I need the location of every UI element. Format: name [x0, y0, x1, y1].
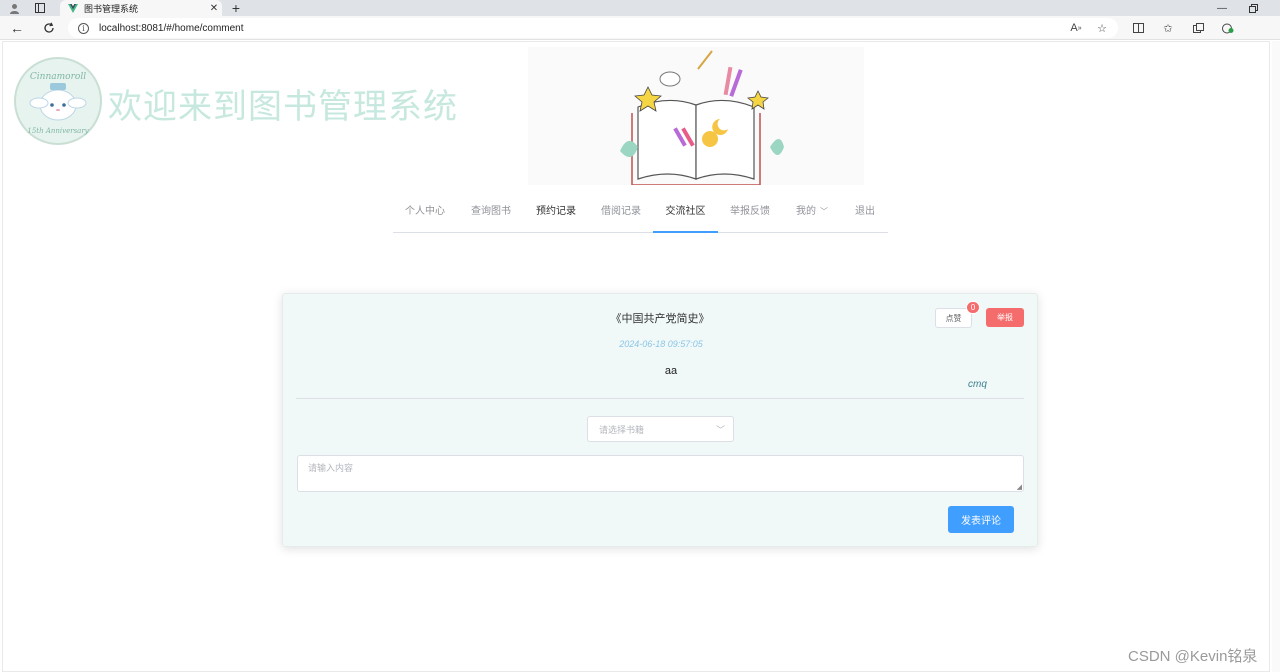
banner-image: [528, 47, 864, 186]
extension-icon[interactable]: [1220, 20, 1236, 36]
open-book-illustration-icon: [620, 50, 784, 186]
restore-icon[interactable]: [1238, 0, 1268, 16]
menu-item-search-books[interactable]: 查询图书: [465, 198, 517, 233]
submit-comment-button[interactable]: 发表评论: [948, 506, 1014, 533]
comment-textarea[interactable]: 请输入内容 ◢: [297, 455, 1024, 492]
vue-logo-icon: [68, 3, 78, 13]
menu-item-mine-label: 我的: [796, 206, 816, 217]
site-title: 欢迎来到图书管理系统: [108, 87, 458, 127]
cinnamoroll-logo-icon: Cinnamoroll 15th Anniversary: [27, 72, 89, 135]
menu-item-profile[interactable]: 个人中心: [399, 198, 451, 233]
watermark: CSDN @Kevin铭泉: [1128, 648, 1258, 665]
book-select[interactable]: 请选择书籍 ﹀: [587, 416, 734, 442]
browser-tabstrip: 图书管理系统 ✕ + —: [0, 0, 1280, 16]
main-menu: 个人中心 查询图书 预约记录 借阅记录 交流社区 举报反馈 我的 ﹀ 退出: [393, 198, 888, 233]
menu-item-borrow-records[interactable]: 借阅记录: [595, 198, 647, 233]
comment-timestamp: 2024-06-18 09:57:05: [619, 339, 703, 349]
report-button[interactable]: 举报: [986, 308, 1024, 327]
menu-item-logout[interactable]: 退出: [848, 198, 882, 233]
divider: [296, 398, 1024, 399]
book-select-placeholder: 请选择书籍: [599, 424, 645, 435]
page-scrollbar[interactable]: [1272, 41, 1280, 672]
address-bar[interactable]: i localhost:8081/#/home/comment: [68, 18, 1118, 38]
read-aloud-icon[interactable]: A»: [1068, 20, 1084, 36]
menu-item-community[interactable]: 交流社区: [653, 198, 718, 233]
comment-textarea-placeholder: 请输入内容: [308, 463, 354, 473]
site-info-icon[interactable]: i: [78, 22, 89, 34]
url-text: localhost:8081/#/home/comment: [99, 22, 244, 34]
browser-toolbar: ← i localhost:8081/#/home/comment A» ☆ ✩: [0, 16, 1280, 40]
comment-author: cmq: [968, 379, 987, 390]
svg-text:Cinnamoroll: Cinnamoroll: [30, 72, 86, 82]
split-screen-icon[interactable]: [1130, 20, 1146, 36]
chevron-down-icon: ﹀: [820, 207, 828, 216]
favorite-star-icon[interactable]: ☆: [1094, 20, 1110, 36]
comment-content: aa: [664, 365, 678, 377]
like-count-badge: 0: [966, 301, 980, 314]
comment-book-title: 《中国共产党简史》: [610, 313, 710, 325]
menu-item-reservations[interactable]: 预约记录: [530, 198, 582, 233]
svg-text:15th Anniversary: 15th Anniversary: [27, 127, 89, 135]
minimize-icon[interactable]: —: [1207, 0, 1237, 16]
chevron-down-icon: ﹀: [715, 425, 725, 435]
tab-close-icon[interactable]: ✕: [206, 3, 222, 14]
favorites-icon[interactable]: ✩: [1160, 20, 1176, 36]
menu-item-report-feedback[interactable]: 举报反馈: [724, 198, 776, 233]
resize-grip-icon[interactable]: ◢: [1017, 483, 1022, 491]
new-tab-icon[interactable]: +: [228, 0, 244, 16]
tab-actions-icon[interactable]: [30, 0, 50, 16]
menu-item-mine[interactable]: 我的 ﹀: [791, 198, 833, 233]
tab-title: 图书管理系统: [84, 3, 139, 14]
reload-icon[interactable]: [38, 18, 60, 38]
site-logo: Cinnamoroll 15th Anniversary: [14, 57, 102, 145]
back-icon[interactable]: ←: [6, 18, 28, 38]
profile-icon[interactable]: [4, 0, 24, 16]
browser-tab[interactable]: 图书管理系统 ✕: [60, 0, 222, 16]
collections-icon[interactable]: [1190, 20, 1206, 36]
